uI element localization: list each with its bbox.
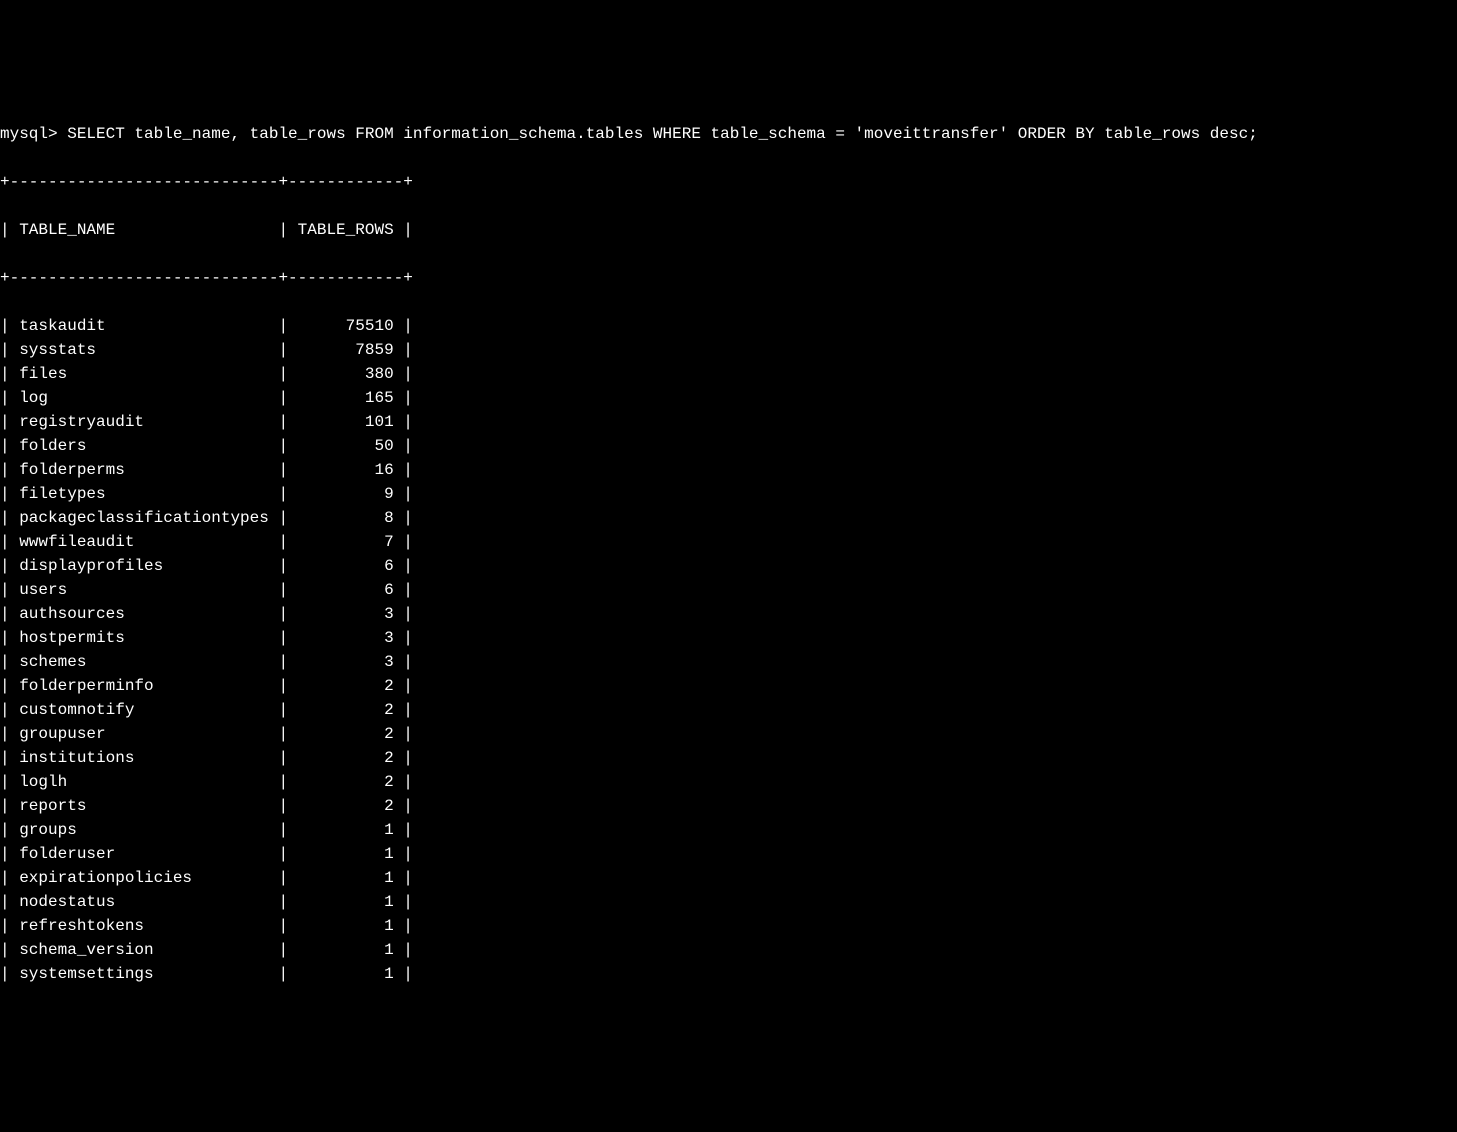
sql-query: SELECT table_name, table_rows FROM infor… [67, 125, 1258, 143]
mysql-prompt: mysql> [0, 125, 67, 143]
prompt-line: mysql> SELECT table_name, table_rows FRO… [0, 122, 1457, 146]
table-row: | groupuser | 2 | [0, 722, 1457, 746]
table-row: | customnotify | 2 | [0, 698, 1457, 722]
table-header-row: | TABLE_NAME | TABLE_ROWS | [0, 218, 1457, 242]
table-row: | packageclassificationtypes | 8 | [0, 506, 1457, 530]
table-row: | wwwfileaudit | 7 | [0, 530, 1457, 554]
table-row: | filetypes | 9 | [0, 482, 1457, 506]
table-row: | folderuser | 1 | [0, 842, 1457, 866]
table-row: | nodestatus | 1 | [0, 890, 1457, 914]
table-row: | schemes | 3 | [0, 650, 1457, 674]
table-row: | folderperminfo | 2 | [0, 674, 1457, 698]
table-row: | systemsettings | 1 | [0, 962, 1457, 986]
table-row: | displayprofiles | 6 | [0, 554, 1457, 578]
table-border-top: +----------------------------+----------… [0, 170, 1457, 194]
table-data-rows: | taskaudit | 75510 || sysstats | 7859 |… [0, 314, 1457, 986]
table-row: | hostpermits | 3 | [0, 626, 1457, 650]
table-row: | authsources | 3 | [0, 602, 1457, 626]
table-row: | taskaudit | 75510 | [0, 314, 1457, 338]
table-row: | loglh | 2 | [0, 770, 1457, 794]
mysql-terminal[interactable]: mysql> SELECT table_name, table_rows FRO… [0, 96, 1457, 1012]
table-row: | reports | 2 | [0, 794, 1457, 818]
table-row: | groups | 1 | [0, 818, 1457, 842]
table-row: | registryaudit | 101 | [0, 410, 1457, 434]
table-row: | expirationpolicies | 1 | [0, 866, 1457, 890]
table-row: | files | 380 | [0, 362, 1457, 386]
table-row: | refreshtokens | 1 | [0, 914, 1457, 938]
table-row: | sysstats | 7859 | [0, 338, 1457, 362]
table-border-mid: +----------------------------+----------… [0, 266, 1457, 290]
table-row: | folders | 50 | [0, 434, 1457, 458]
table-row: | institutions | 2 | [0, 746, 1457, 770]
table-row: | users | 6 | [0, 578, 1457, 602]
table-row: | log | 165 | [0, 386, 1457, 410]
table-row: | schema_version | 1 | [0, 938, 1457, 962]
table-row: | folderperms | 16 | [0, 458, 1457, 482]
